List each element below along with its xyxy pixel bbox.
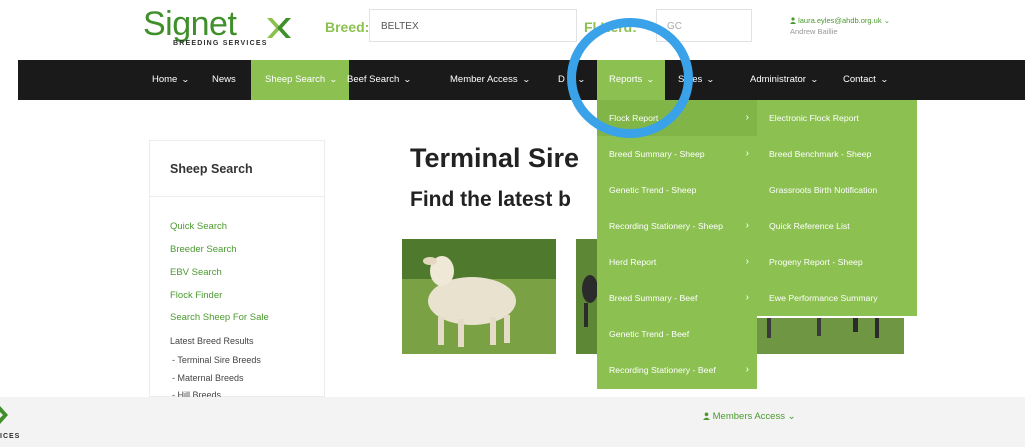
chevron-down-icon: ⌄ [706,75,716,84]
chevron-down-icon: ⌄ [809,75,819,84]
main-nav: Home ⌄ News Sheep Search ⌄ Beef Search ⌄ Me… [18,60,1025,100]
bottom-logo-subtitle: ICES [0,433,21,440]
flock-herd-label: Fl Herd: [584,19,637,35]
menu-item-herd-report[interactable]: Herd Report › [597,244,757,280]
submenu-item-ewe-performance-summary[interactable]: Ewe Performance Summary [757,280,917,316]
sheep-search-sidebar: Sheep Search Quick Search Breeder Search… [149,140,325,397]
sidebar-link-maternal[interactable]: - Maternal Breeds [172,373,244,383]
members-access-menu[interactable]: Members Access ⌄ [703,411,796,422]
sheep-photo-partial [757,318,904,354]
submenu-item-electronic-flock-report[interactable]: Electronic Flock Report [757,100,917,136]
sidebar-link-terminal-sire[interactable]: - Terminal Sire Breeds [172,355,261,365]
chevron-down-icon: ⌄ [403,75,413,84]
sidebar-latest-breed-results: Latest Breed Results [170,336,254,346]
nav-beef-search[interactable]: Beef Search ⌄ [339,60,419,100]
breed-label: Breed: [325,19,370,35]
breed-select[interactable]: BELTEX [369,9,577,42]
logo-wordmark: Signet [143,5,237,43]
page-subtitle: Find the latest b [410,188,572,211]
flock-report-submenu: Electronic Flock Report Breed Benchmark … [757,100,917,316]
signet-chevron-logo-icon [267,18,291,38]
chevron-right-icon: › [745,292,749,303]
menu-item-genetic-trend-sheep[interactable]: Genetic Trend - Sheep [597,172,757,208]
nav-data[interactable]: D a ⌄ [550,60,593,100]
nav-sheep-search[interactable]: Sheep Search ⌄ [251,60,349,100]
menu-item-breed-summary-beef[interactable]: Breed Summary - Beef › [597,280,757,316]
nav-administrator[interactable]: Administrator ⌄ [742,60,826,100]
submenu-item-breed-benchmark-sheep[interactable]: Breed Benchmark - Sheep [757,136,917,172]
chevron-down-icon: ⌄ [329,75,338,84]
menu-item-recording-stationery-beef[interactable]: Recording Stationery - Beef › [597,352,757,388]
menu-item-recording-stationery-sheep[interactable]: Recording Stationery - Sheep › [597,208,757,244]
user-icon [790,17,796,24]
nav-reports[interactable]: Reports ⌄ [597,60,665,100]
bottom-bar: ICES Members Access ⌄ [0,397,1025,447]
menu-item-breed-summary-sheep[interactable]: Breed Summary - Sheep › [597,136,757,172]
user-icon [703,412,710,420]
chevron-down-icon: ⌄ [181,75,191,84]
user-menu[interactable]: laura.eyles@ahdb.org.uk ⌄ Andrew Baillie [790,15,890,37]
sidebar-link-breeder-search[interactable]: Breeder Search [170,244,237,255]
sidebar-link-hill[interactable]: - Hill Breeds [172,390,221,397]
chevron-down-icon: ⌄ [521,75,531,84]
nav-contact[interactable]: Contact ⌄ [835,60,895,100]
members-access-label: Members Access [712,411,785,422]
nav-services[interactable]: Se es ⌄ [670,60,722,100]
sheep-photo-partial [576,239,598,354]
submenu-item-grassroots-birth-notification[interactable]: Grassroots Birth Notification [757,172,917,208]
chevron-right-icon: › [745,220,749,231]
chevron-right-icon: › [745,148,749,159]
nav-news[interactable]: News [204,60,244,100]
nav-member-access[interactable]: Member Access ⌄ [442,60,537,100]
nav-home[interactable]: Home ⌄ [144,60,197,100]
top-header: Signet BREEDING SERVICES Breed: BELTEX F… [0,0,1025,60]
menu-item-genetic-trend-beef[interactable]: Genetic Trend - Beef [597,316,757,352]
chevron-right-icon: › [745,256,749,267]
sidebar-link-quick-search[interactable]: Quick Search [170,221,227,232]
sidebar-link-flock-finder[interactable]: Flock Finder [170,290,222,301]
logo-subtitle: BREEDING SERVICES [173,40,268,47]
chevron-right-icon: › [745,112,749,123]
flock-herd-input[interactable]: GC [656,9,752,42]
sidebar-link-search-sheep-for-sale[interactable]: Search Sheep For Sale [170,312,269,323]
sidebar-title: Sheep Search [170,162,253,176]
signet-chevron-logo-icon [0,406,8,424]
chevron-down-icon: ⌄ [576,75,586,84]
submenu-item-quick-reference-list[interactable]: Quick Reference List [757,208,917,244]
sidebar-link-ebv-search[interactable]: EBV Search [170,267,222,278]
chevron-down-icon: ⌄ [883,16,890,25]
user-name: Andrew Baillie [790,27,838,36]
sidebar-divider [150,196,324,197]
reports-dropdown: Flock Report › Breed Summary - Sheep › Gen… [597,100,757,389]
chevron-down-icon: ⌄ [787,411,796,422]
chevron-down-icon: ⌄ [646,75,655,84]
sheep-photo [402,239,556,354]
chevron-down-icon: ⌄ [879,75,889,84]
chevron-right-icon: › [745,364,749,375]
user-email: laura.eyles@ahdb.org.uk [798,16,882,25]
page-title: Terminal Sire [410,143,580,173]
submenu-item-progeny-report-sheep[interactable]: Progeny Report - Sheep [757,244,917,280]
menu-item-flock-report[interactable]: Flock Report › [597,100,757,136]
